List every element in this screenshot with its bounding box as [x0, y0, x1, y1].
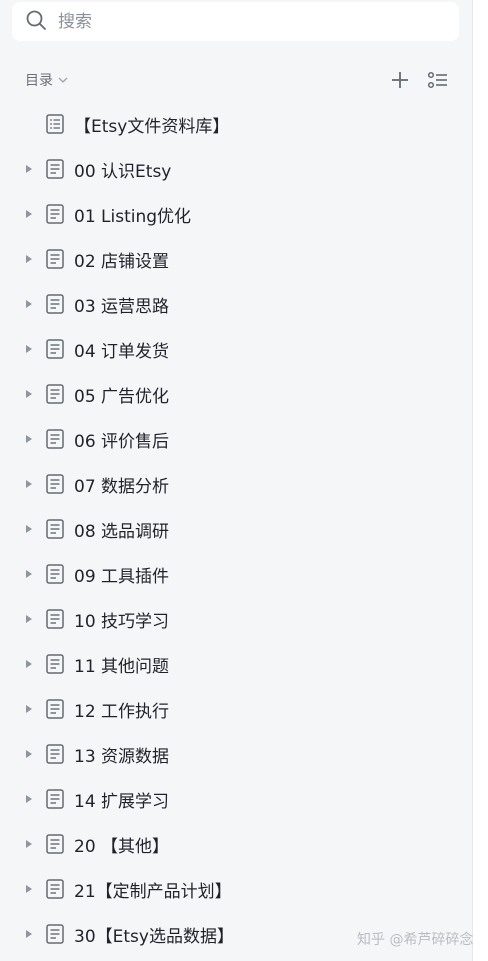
- list-item[interactable]: 【Etsy文件资料库】: [0, 101, 472, 146]
- expand-caret-icon[interactable]: [24, 298, 34, 310]
- document-icon: [46, 159, 64, 179]
- toc-title[interactable]: 目录: [25, 70, 53, 90]
- expand-caret-icon[interactable]: [24, 163, 34, 175]
- list-item[interactable]: 12 工作执行: [0, 686, 472, 731]
- list-item-label: 02 店铺设置: [74, 252, 170, 272]
- list-item[interactable]: 07 数据分析: [0, 461, 472, 506]
- expand-caret-icon[interactable]: [24, 433, 34, 445]
- expand-caret-icon[interactable]: [24, 838, 34, 850]
- list-item-label: 06 评价售后: [74, 432, 170, 452]
- document-icon: [46, 834, 64, 854]
- list-item-label: 12 工作执行: [74, 702, 170, 722]
- expand-caret-icon[interactable]: [24, 748, 34, 760]
- document-icon: [46, 204, 64, 224]
- document-icon: [46, 609, 64, 629]
- document-icon: [46, 294, 64, 314]
- list-item-label: 03 运营思路: [74, 297, 170, 317]
- document-icon: [46, 879, 64, 899]
- list-item[interactable]: 04 订单发货: [0, 326, 472, 371]
- expand-caret-icon[interactable]: [24, 343, 34, 355]
- document-icon: [46, 789, 64, 809]
- document-icon: [46, 474, 64, 494]
- expand-caret-icon[interactable]: [24, 703, 34, 715]
- list-item-label: 04 订单发货: [74, 342, 170, 362]
- table-of-contents-icon: [46, 114, 64, 134]
- list-item-label: 07 数据分析: [74, 477, 170, 497]
- list-item-label: 21【定制产品计划】: [74, 882, 232, 902]
- sidebar-panel: 目录 【Etsy文件资料库】00 认识Etsy01: [0, 0, 473, 961]
- list-item-label: 00 认识Etsy: [74, 162, 172, 182]
- list-item-label: 11 其他问题: [74, 657, 170, 677]
- list-item[interactable]: 08 选品调研: [0, 506, 472, 551]
- list-item-label: 14 扩展学习: [74, 792, 170, 812]
- toc-header: 目录: [25, 67, 450, 93]
- list-item[interactable]: 00 认识Etsy: [0, 146, 472, 191]
- list-item-label: 08 选品调研: [74, 522, 170, 542]
- expand-caret-icon[interactable]: [24, 523, 34, 535]
- list-item[interactable]: 13 资源数据: [0, 731, 472, 776]
- list-item-label: 09 工具插件: [74, 567, 170, 587]
- document-icon: [46, 924, 64, 944]
- chevron-down-icon[interactable]: [58, 76, 68, 84]
- list-item-label: 20 【其他】: [74, 837, 170, 857]
- list-item[interactable]: 09 工具插件: [0, 551, 472, 596]
- list-item[interactable]: 20 【其他】: [0, 821, 472, 866]
- list-item[interactable]: 11 其他问题: [0, 641, 472, 686]
- list-item-label: 13 资源数据: [74, 747, 170, 767]
- search-icon: [25, 9, 47, 35]
- document-icon: [46, 744, 64, 764]
- document-icon: [46, 384, 64, 404]
- list-item-label: 01 Listing优化: [74, 207, 192, 227]
- document-icon: [46, 699, 64, 719]
- list-item[interactable]: 01 Listing优化: [0, 191, 472, 236]
- document-icon: [46, 429, 64, 449]
- list-item[interactable]: 02 店铺设置: [0, 236, 472, 281]
- expand-caret-icon[interactable]: [24, 928, 34, 940]
- document-icon: [46, 519, 64, 539]
- outline-list-icon[interactable]: [426, 68, 450, 92]
- document-icon: [46, 654, 64, 674]
- expand-caret-icon[interactable]: [24, 793, 34, 805]
- document-icon: [46, 249, 64, 269]
- list-item[interactable]: 03 运营思路: [0, 281, 472, 326]
- expand-caret-icon[interactable]: [24, 658, 34, 670]
- watermark: 知乎 @希芦碎碎念: [357, 932, 474, 948]
- expand-caret-icon[interactable]: [24, 568, 34, 580]
- list-item-label: 10 技巧学习: [74, 612, 170, 632]
- toc-list: 【Etsy文件资料库】 00 认识Etsy 01 Listing优化 02 店铺设置 0…: [0, 101, 472, 956]
- search-box[interactable]: [12, 2, 459, 41]
- list-item-label: 【Etsy文件资料库】: [74, 117, 230, 137]
- list-item-label: 05 广告优化: [74, 387, 170, 407]
- toc-actions: [388, 68, 450, 92]
- list-item-label: 30【Etsy选品数据】: [74, 927, 234, 947]
- list-item[interactable]: 21【定制产品计划】: [0, 866, 472, 911]
- list-item[interactable]: 05 广告优化: [0, 371, 472, 416]
- list-item[interactable]: 10 技巧学习: [0, 596, 472, 641]
- expand-caret-icon[interactable]: [24, 253, 34, 265]
- document-icon: [46, 339, 64, 359]
- expand-caret-icon[interactable]: [24, 883, 34, 895]
- expand-caret-icon[interactable]: [24, 613, 34, 625]
- search-input[interactable]: [56, 10, 420, 33]
- document-icon: [46, 564, 64, 584]
- expand-caret-icon[interactable]: [24, 478, 34, 490]
- expand-caret-icon[interactable]: [24, 208, 34, 220]
- list-item[interactable]: 14 扩展学习: [0, 776, 472, 821]
- plus-icon[interactable]: [388, 68, 412, 92]
- expand-caret-icon[interactable]: [24, 388, 34, 400]
- list-item[interactable]: 06 评价售后: [0, 416, 472, 461]
